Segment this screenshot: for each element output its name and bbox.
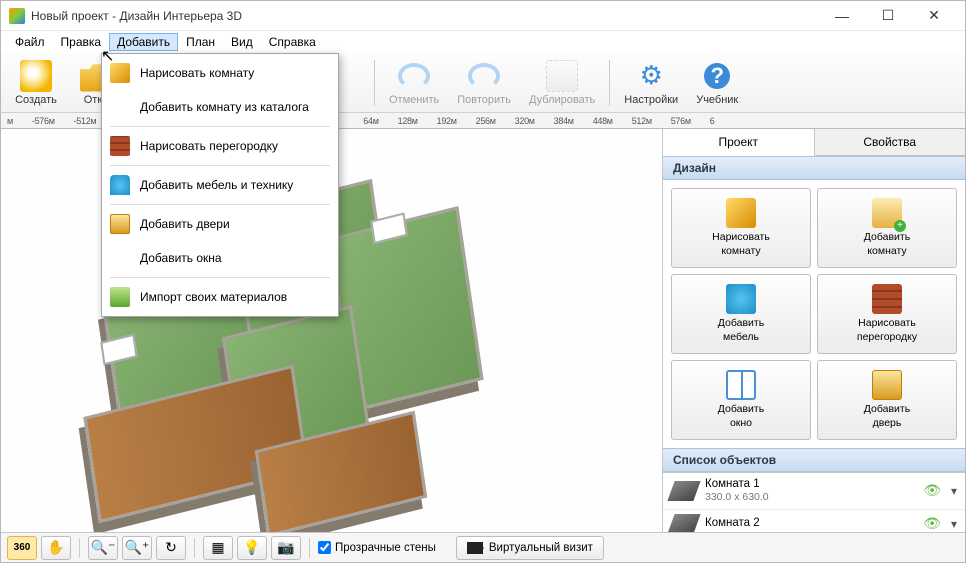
tab-properties[interactable]: Свойства bbox=[815, 129, 966, 156]
chevron-down-icon[interactable]: ▾ bbox=[951, 484, 957, 498]
room-icon bbox=[667, 481, 700, 501]
brick-icon bbox=[872, 284, 902, 314]
chevron-down-icon[interactable]: ▾ bbox=[951, 517, 957, 531]
undo-icon bbox=[398, 60, 430, 92]
add-dropdown: Нарисовать комнату Добавить комнату из к… bbox=[101, 53, 339, 317]
virtual-visit-button[interactable]: Виртуальный визит bbox=[456, 536, 604, 560]
toolbar-redo[interactable]: Повторить bbox=[449, 58, 519, 108]
brush-icon bbox=[726, 198, 756, 228]
gear-icon bbox=[635, 60, 667, 92]
toolbar-tutorial[interactable]: Учебник bbox=[688, 58, 746, 108]
toolbar-separator bbox=[374, 60, 375, 106]
dropdown-separator bbox=[110, 204, 330, 205]
help-icon bbox=[701, 60, 733, 92]
toolbar-separator bbox=[609, 60, 610, 106]
close-button[interactable]: ✕ bbox=[911, 1, 957, 31]
window-title: Новый проект - Дизайн Интерьера 3D bbox=[31, 9, 819, 23]
dd-add-windows[interactable]: Добавить окна bbox=[102, 241, 338, 275]
design-add-furniture[interactable]: Добавитьмебель bbox=[671, 274, 811, 354]
menu-view[interactable]: Вид bbox=[223, 33, 261, 51]
menubar: Файл Правка Добавить План Вид Справка bbox=[1, 31, 965, 53]
section-design: Дизайн bbox=[663, 156, 965, 180]
menu-file[interactable]: Файл bbox=[7, 33, 53, 51]
dropdown-separator bbox=[110, 165, 330, 166]
door-icon bbox=[872, 370, 902, 400]
menu-add[interactable]: Добавить bbox=[109, 33, 178, 51]
pan-button[interactable]: ✋ bbox=[41, 536, 71, 560]
dd-add-doors[interactable]: Добавить двери bbox=[102, 207, 338, 241]
zoom-in-button[interactable]: 🔍⁺ bbox=[122, 536, 152, 560]
section-objects: Список объектов bbox=[663, 448, 965, 472]
house-plus-icon bbox=[872, 198, 902, 228]
titlebar: Новый проект - Дизайн Интерьера 3D — ☐ ✕ bbox=[1, 1, 965, 31]
dd-draw-room[interactable]: Нарисовать комнату bbox=[102, 56, 338, 90]
menu-help[interactable]: Справка bbox=[261, 33, 324, 51]
eye-icon[interactable]: 👁 bbox=[923, 515, 941, 532]
design-add-window[interactable]: Добавитьокно bbox=[671, 360, 811, 440]
dropdown-separator bbox=[110, 277, 330, 278]
right-panel: Проект Свойства Дизайн Нарисоватькомнату… bbox=[662, 129, 965, 532]
new-icon bbox=[20, 60, 52, 92]
room-icon bbox=[667, 514, 700, 532]
dd-add-room-catalog[interactable]: Добавить комнату из каталога bbox=[102, 90, 338, 124]
toolbar-create[interactable]: Создать bbox=[7, 58, 65, 108]
statusbar: 360 ✋ 🔍⁻ 🔍⁺ ↻ ▦ 💡 📷 Прозрачные стены Вир… bbox=[1, 532, 965, 562]
light-button[interactable]: 💡 bbox=[237, 536, 267, 560]
dd-add-furniture[interactable]: Добавить мебель и технику bbox=[102, 168, 338, 202]
dd-draw-partition[interactable]: Нарисовать перегородку bbox=[102, 129, 338, 163]
chair-icon bbox=[110, 175, 130, 195]
design-draw-partition[interactable]: Нарисоватьперегородку bbox=[817, 274, 957, 354]
design-draw-room[interactable]: Нарисоватькомнату bbox=[671, 188, 811, 268]
toolbar-duplicate[interactable]: Дублировать bbox=[521, 58, 603, 108]
toolbar-settings[interactable]: Настройки bbox=[616, 58, 686, 108]
brush-icon bbox=[110, 63, 130, 83]
door-icon bbox=[110, 214, 130, 234]
window-icon bbox=[726, 370, 756, 400]
tab-project[interactable]: Проект bbox=[663, 129, 815, 156]
rotate-button[interactable]: ↻ bbox=[156, 536, 186, 560]
object-list: Комната 1330.0 x 630.0 👁 ▾ Комната 2 👁 ▾ bbox=[663, 472, 965, 532]
transparent-walls-checkbox[interactable]: Прозрачные стены bbox=[318, 541, 436, 554]
dd-import-materials[interactable]: Импорт своих материалов bbox=[102, 280, 338, 314]
minimize-button[interactable]: — bbox=[819, 1, 865, 31]
redo-icon bbox=[468, 60, 500, 92]
view-360-button[interactable]: 360 bbox=[7, 536, 37, 560]
menu-plan[interactable]: План bbox=[178, 33, 223, 51]
grid-button[interactable]: ▦ bbox=[203, 536, 233, 560]
camera-button[interactable]: 📷 bbox=[271, 536, 301, 560]
design-add-room[interactable]: Добавитькомнату bbox=[817, 188, 957, 268]
list-item[interactable]: Комната 1330.0 x 630.0 👁 ▾ bbox=[663, 473, 965, 510]
duplicate-icon bbox=[546, 60, 578, 92]
chair-icon bbox=[726, 284, 756, 314]
import-icon bbox=[110, 287, 130, 307]
list-item[interactable]: Комната 2 👁 ▾ bbox=[663, 510, 965, 532]
toolbar-undo[interactable]: Отменить bbox=[381, 58, 447, 108]
app-icon bbox=[9, 8, 25, 24]
eye-icon[interactable]: 👁 bbox=[923, 482, 941, 499]
dropdown-separator bbox=[110, 126, 330, 127]
menu-edit[interactable]: Правка bbox=[53, 33, 110, 51]
maximize-button[interactable]: ☐ bbox=[865, 1, 911, 31]
zoom-out-button[interactable]: 🔍⁻ bbox=[88, 536, 118, 560]
brick-icon bbox=[110, 136, 130, 156]
design-add-door[interactable]: Добавитьдверь bbox=[817, 360, 957, 440]
camera-icon bbox=[467, 542, 483, 554]
